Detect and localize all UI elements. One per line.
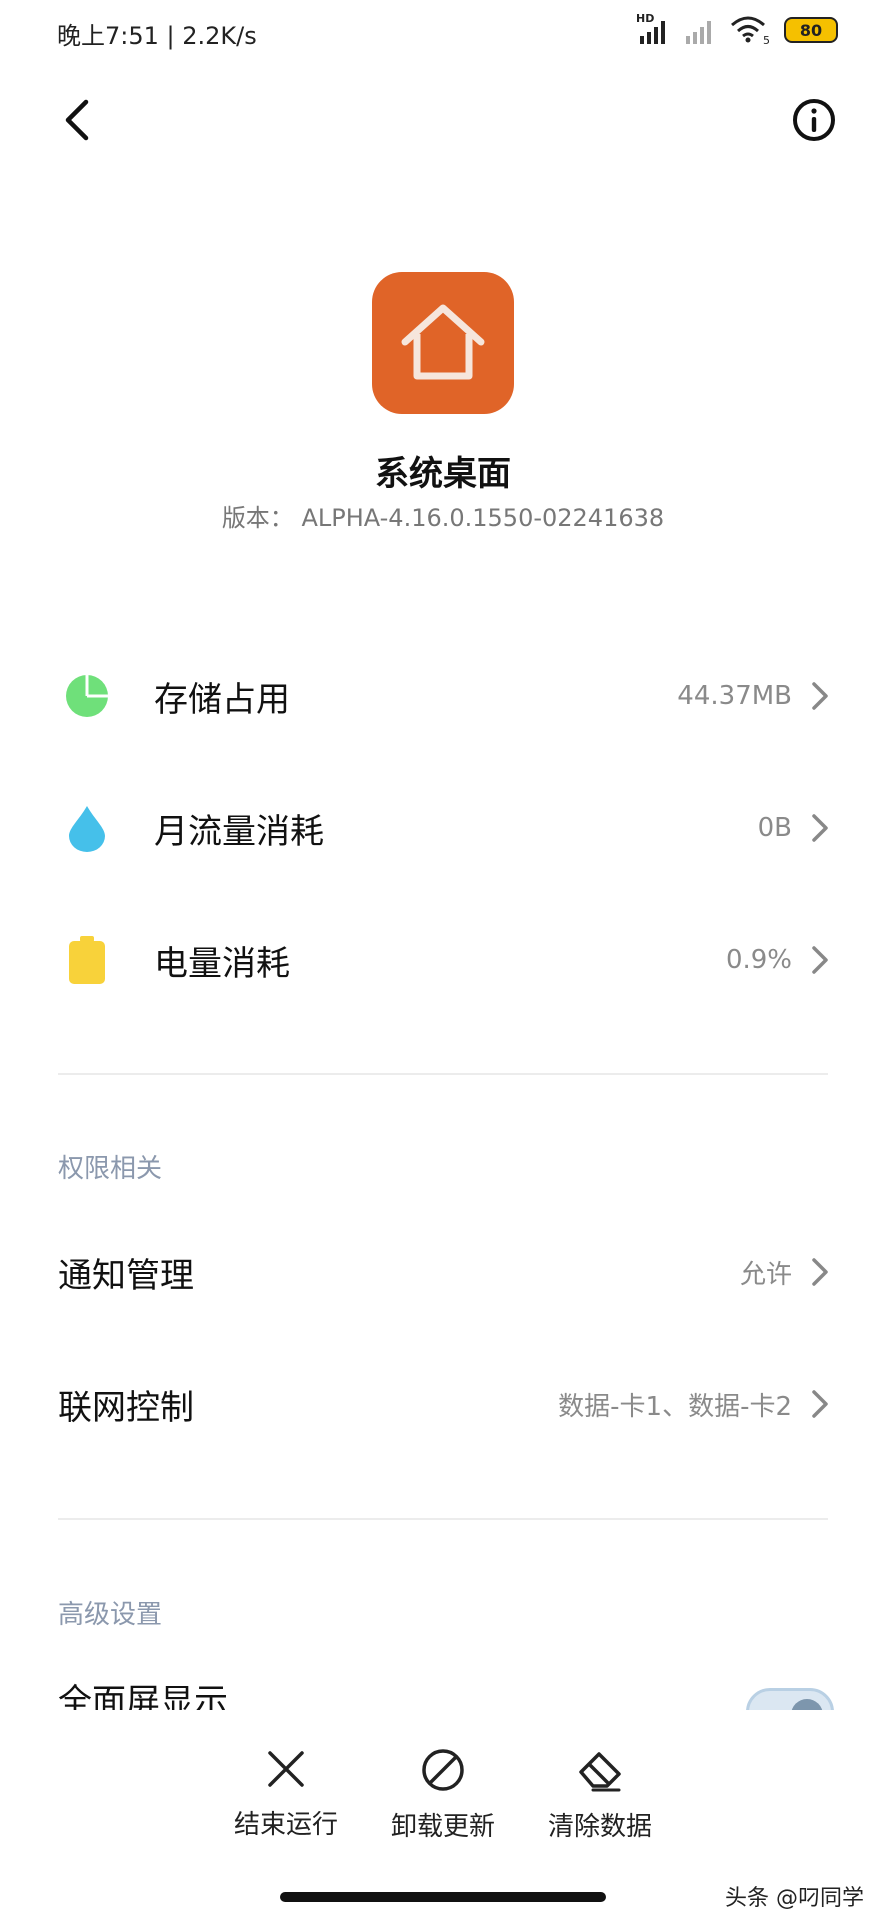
battery-usage-value: 0.9% [725,945,792,975]
chevron-right-icon [812,1390,828,1418]
uninstall-updates-button[interactable]: 卸载更新 [363,1748,523,1843]
pie-chart-icon [64,673,110,719]
status-time-speed: 晚上7:51 | 2.2K/s [57,22,257,50]
battery-indicator: 80 [784,17,838,43]
divider [58,1073,828,1075]
permissions-section-title: 权限相关 [58,1154,163,1184]
app-icon [372,272,514,414]
storage-usage-label: 存储占用 [154,679,290,720]
force-stop-button[interactable]: 结束运行 [206,1748,366,1841]
uninstall-updates-label: 卸载更新 [390,1812,495,1842]
battery-usage-row[interactable]: 电量消耗 0.9% [0,910,886,1010]
home-icon [401,304,485,380]
close-icon [268,1751,304,1787]
battery-icon [64,936,110,984]
battery-usage-label: 电量消耗 [154,943,290,984]
eraser-icon [579,1752,621,1792]
data-usage-row[interactable]: 月流量消耗 0B [0,778,886,878]
advanced-section-title: 高级设置 [58,1600,163,1630]
info-button[interactable] [790,96,838,144]
storage-usage-row[interactable]: 存储占用 44.37MB [0,646,886,746]
wifi-band-label: 5 [763,34,770,47]
network-control-label: 联网控制 [58,1387,194,1428]
wifi-icon: 5 [730,15,770,47]
app-version: 版本： ALPHA-4.16.0.1550-02241638 [221,504,665,532]
cellular-signal-icon: HD [636,12,670,44]
chevron-right-icon [812,946,828,974]
chevron-right-icon [812,682,828,710]
app-name: 系统桌面 [375,454,511,494]
clear-data-label: 清除数据 [547,1812,652,1842]
network-control-row[interactable]: 联网控制 数据-卡1、数据-卡2 [0,1354,886,1454]
data-usage-value: 0B [757,813,792,843]
notification-management-label: 通知管理 [58,1255,194,1296]
home-indicator[interactable] [280,1892,606,1902]
back-button[interactable] [58,96,98,144]
chevron-right-icon [812,1258,828,1286]
chevron-right-icon [812,814,828,842]
storage-usage-value: 44.37MB [677,681,792,711]
force-stop-label: 结束运行 [233,1810,338,1840]
notification-management-value: 允许 [739,1259,792,1290]
network-control-value: 数据-卡1、数据-卡2 [558,1391,792,1422]
watermark: 头条 @叼同学 [725,1886,864,1911]
status-icons: HD 5 80 [636,12,838,47]
prohibit-icon [422,1749,464,1791]
water-drop-icon [64,805,110,852]
notification-management-row[interactable]: 通知管理 允许 [0,1222,886,1322]
info-icon [793,99,835,141]
hd-label: HD [636,12,655,25]
cellular-signal-2-icon [684,16,716,44]
data-usage-label: 月流量消耗 [154,811,324,852]
clear-data-button[interactable]: 清除数据 [520,1748,680,1843]
chevron-left-icon [65,99,89,141]
divider [58,1518,828,1520]
